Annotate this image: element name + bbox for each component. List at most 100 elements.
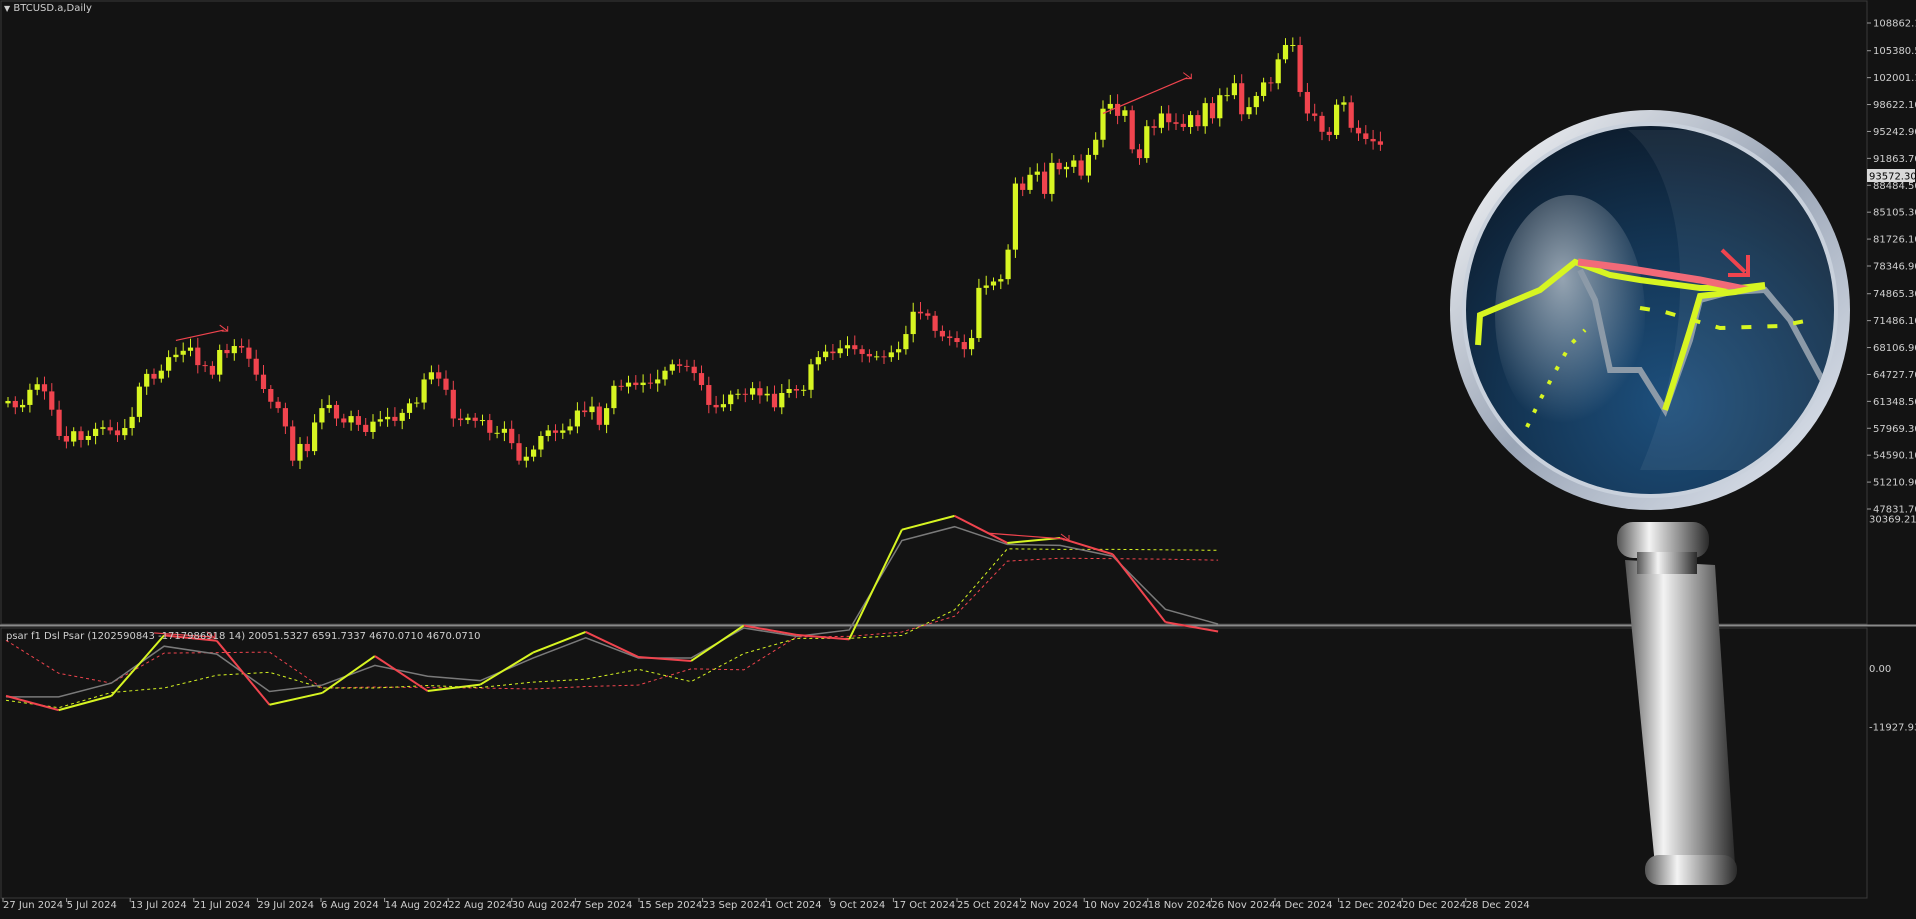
candle bbox=[239, 346, 245, 348]
price-tick-label: 68106.90 bbox=[1873, 343, 1916, 354]
divergence-line bbox=[175, 329, 224, 342]
candle bbox=[881, 356, 887, 358]
candle bbox=[815, 357, 821, 365]
time-tick-label: 14 Aug 2024 bbox=[385, 900, 449, 911]
candle bbox=[750, 388, 756, 395]
candle bbox=[618, 385, 624, 387]
candle bbox=[1297, 44, 1303, 92]
candle bbox=[1217, 95, 1223, 119]
candle bbox=[538, 435, 544, 450]
candle bbox=[976, 287, 982, 339]
time-tick-label: 26 Nov 2024 bbox=[1211, 900, 1275, 911]
candle bbox=[516, 443, 522, 461]
candle bbox=[801, 389, 807, 391]
candle bbox=[837, 348, 843, 354]
candle bbox=[771, 393, 778, 408]
candle bbox=[1166, 113, 1172, 123]
candle bbox=[428, 372, 434, 380]
candle bbox=[1071, 160, 1077, 167]
candle bbox=[910, 311, 916, 335]
candle bbox=[129, 416, 135, 429]
current-price-label: 93572.30 bbox=[1869, 172, 1916, 183]
candle bbox=[1151, 126, 1157, 128]
candle bbox=[158, 370, 164, 379]
candle bbox=[458, 418, 464, 421]
candle bbox=[465, 417, 471, 421]
time-tick-label: 7 Sep 2024 bbox=[575, 900, 632, 911]
candle bbox=[1056, 162, 1062, 170]
price-tick-label: 98622.10 bbox=[1873, 100, 1916, 111]
candle bbox=[742, 393, 748, 395]
price-tick-label: 81726.10 bbox=[1873, 235, 1916, 246]
indicator-main-segment bbox=[1111, 553, 1167, 623]
candle bbox=[173, 354, 179, 358]
candle bbox=[531, 449, 537, 457]
candle bbox=[166, 357, 172, 371]
candle bbox=[355, 416, 361, 425]
candle bbox=[275, 401, 281, 409]
candle bbox=[122, 428, 128, 436]
candle bbox=[246, 347, 252, 359]
indicator-title: psar f1 Dsl Psar (1202590843 -1717986918… bbox=[6, 631, 481, 642]
divergence-line bbox=[1102, 77, 1188, 115]
indicator-main-segment bbox=[743, 624, 797, 636]
candle bbox=[85, 435, 91, 440]
candle bbox=[954, 338, 960, 343]
chart-canvas[interactable]: 108862.10 105380.50 102001.10 98622.10 95242… bbox=[0, 0, 1916, 915]
price-tick-label: 51210.90 bbox=[1873, 478, 1916, 489]
indicator-main-segment bbox=[585, 631, 639, 658]
candle bbox=[720, 404, 726, 408]
time-tick-label: 21 Jul 2024 bbox=[194, 900, 251, 911]
candle bbox=[1085, 154, 1091, 176]
candle bbox=[728, 394, 734, 405]
chart-window: 108862.10 105380.50 102001.10 98622.10 95242… bbox=[0, 0, 1916, 915]
candle bbox=[290, 426, 296, 461]
candle bbox=[487, 420, 493, 433]
candle bbox=[1326, 131, 1332, 135]
candle bbox=[1312, 113, 1318, 116]
candle bbox=[1334, 104, 1340, 135]
time-tick-label: 22 Aug 2024 bbox=[448, 900, 512, 911]
candle bbox=[5, 400, 11, 404]
candle bbox=[1107, 103, 1113, 109]
candle bbox=[677, 364, 683, 366]
time-tick-label: 2 Nov 2024 bbox=[1021, 900, 1079, 911]
price-tick-label: 71486.10 bbox=[1873, 316, 1916, 327]
indicator-main-segment bbox=[690, 624, 745, 662]
chart-title[interactable]: ▼ BTCUSD.a,Daily bbox=[4, 3, 92, 14]
price-tick-label: 102001.10 bbox=[1873, 73, 1916, 84]
indicator-main-segment bbox=[58, 694, 112, 712]
candle bbox=[436, 372, 442, 379]
candle bbox=[195, 347, 201, 366]
candle bbox=[20, 404, 26, 408]
candle bbox=[896, 349, 902, 353]
price-tick-label: 95242.90 bbox=[1873, 127, 1916, 138]
candle bbox=[589, 406, 595, 413]
candle bbox=[574, 410, 580, 427]
candle bbox=[859, 349, 865, 354]
candle bbox=[1195, 115, 1201, 127]
candle bbox=[1129, 110, 1135, 150]
candle bbox=[297, 443, 303, 461]
candle bbox=[151, 373, 157, 379]
candle bbox=[1202, 103, 1208, 127]
time-tick-label: 28 Dec 2024 bbox=[1466, 900, 1530, 911]
candle bbox=[260, 374, 267, 390]
candle bbox=[450, 389, 456, 419]
time-tick-label: 13 Jul 2024 bbox=[130, 900, 187, 911]
candle bbox=[341, 418, 347, 423]
candle bbox=[925, 313, 931, 316]
candle bbox=[144, 373, 150, 387]
triangle-down-icon[interactable]: ▼ bbox=[4, 4, 10, 13]
candle bbox=[348, 416, 354, 423]
magnifying-glass-icon bbox=[1450, 110, 1850, 885]
price-tick-label: 61348.50 bbox=[1873, 397, 1916, 408]
candle bbox=[764, 393, 770, 396]
candle bbox=[385, 416, 391, 420]
candle bbox=[1290, 44, 1296, 46]
candle bbox=[231, 346, 237, 354]
indicator-tick-label: -11927.939 bbox=[1869, 723, 1916, 734]
candle bbox=[969, 338, 975, 350]
price-tick-label: 85105.30 bbox=[1873, 208, 1916, 219]
candle bbox=[187, 347, 194, 351]
